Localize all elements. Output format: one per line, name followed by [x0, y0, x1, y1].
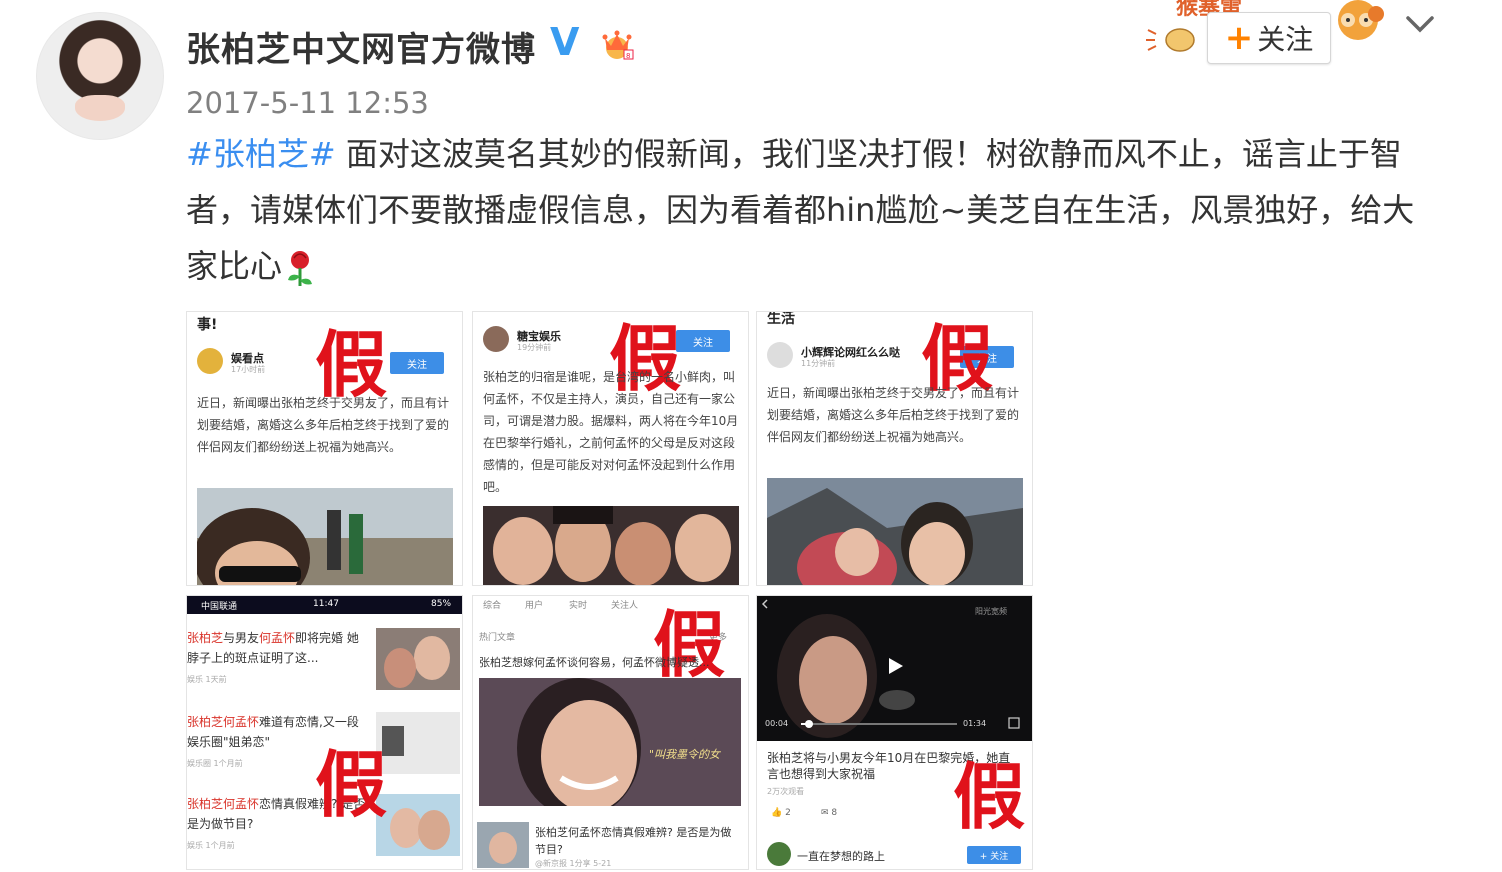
image-tile-1[interactable]: 事! 娱看点 17小时前 关注 假 近日，新闻曝出张柏芝终于交男友了，而且有计划…	[186, 311, 463, 586]
tile4-battery: 85%	[431, 599, 452, 609]
post-body: 面对这波莫名其妙的假新闻，我们坚决打假！树欲静而风不止，谣言止于智者，请媒体们不…	[186, 135, 1415, 285]
tile4-row1-meta: 娱乐 1天前	[187, 675, 227, 684]
tile5-tab-2: 实时	[569, 601, 588, 611]
tile1-body: 近日，新闻曝出张柏芝终于交男友了，而且有计划要结婚，离婚这么多年后柏芝终于找到了…	[197, 396, 450, 454]
tile2-author-avatar	[483, 326, 509, 352]
image-tile-6[interactable]: 00:04 01:34 阳光宽频 张柏芝将与小男友今年10月在巴黎完婚，她直言也…	[756, 595, 1033, 870]
tile6-time-start: 00:04	[765, 719, 789, 728]
rose-emoji-icon	[288, 251, 313, 286]
tile2-body: 张柏芝的归宿是谁呢，是台湾的一名小鲜肉，叫何孟怀，不仅是主持人，演员，自己还有一…	[483, 370, 739, 494]
play-icon	[889, 658, 903, 674]
tile3-top-text: 生活	[767, 311, 795, 327]
tile4-row2-red: 何孟怀	[223, 715, 260, 729]
tile6-video-frame	[761, 599, 1020, 738]
image-tile-5[interactable]: 综合 用户 实时 关注人 热门文章 更多 假 张柏芝想嫁何孟怀谈何容易，何孟怀微…	[472, 595, 749, 870]
tile5-tab-3: 关注人	[611, 601, 639, 611]
tile5-bottom-thumb	[477, 822, 529, 868]
account-name[interactable]: 张柏芝中文网官方微博	[186, 22, 536, 71]
image-tile-2[interactable]: 糖宝娱乐 19分钟前 关注 假 张柏芝的归宿是谁呢，是台湾的一名小鲜肉，叫何孟怀…	[472, 311, 749, 586]
tile4-row1-mid: 与男友	[223, 631, 260, 645]
fake-stamp: 假	[653, 602, 726, 687]
image-tile-4[interactable]: 中国联通 11:47 85% 张柏芝与男友何孟怀即将完婚 她脖子上的斑点证明了这…	[186, 595, 463, 870]
tile3-author-time: 11分钟前	[801, 359, 836, 368]
tile1-photo	[197, 488, 453, 585]
tile5-section: 热门文章	[479, 633, 516, 643]
tile6-user-avatar	[767, 842, 791, 866]
tile4-row2-thumb	[376, 712, 460, 774]
tile4-status-time: 11:47	[313, 599, 339, 609]
tile4-row1-red: 何孟怀	[259, 631, 296, 645]
hashtag-link[interactable]: #张柏芝#	[186, 135, 336, 173]
tile1-top-text: 事!	[197, 317, 218, 333]
tile2-photo	[483, 506, 739, 585]
tile6-views: 2万次观看	[767, 787, 805, 796]
avatar-heart-hands	[75, 95, 125, 121]
svg-text:8: 8	[626, 52, 630, 60]
post-text: #张柏芝# 面对这波莫名其妙的假新闻，我们坚决打假！树欲静而风不止，谣言止于智者…	[186, 126, 1436, 294]
verified-icon: V	[550, 20, 580, 64]
member-crown-icon[interactable]: 8	[600, 28, 634, 60]
tile6-video: 00:04 01:34 阳光宽频	[757, 596, 1032, 741]
tile3-body: 近日，新闻曝出张柏芝终于交男友了，而且有计划要结婚，离婚这么多年后柏芝终于找到了…	[767, 386, 1020, 444]
tile1-author-time: 17小时前	[231, 365, 266, 374]
fake-stamp: 假	[953, 754, 1026, 839]
chevron-down-icon[interactable]	[1404, 12, 1436, 36]
image-tile-3[interactable]: 生活 小辉辉论网红么么哒 11分钟前 关注 假 近日，新闻曝出张柏芝终于交男友了…	[756, 311, 1033, 586]
tile5-tab-0: 综合	[483, 601, 502, 611]
fake-stamp: 假	[315, 742, 388, 827]
tile4-row3-meta: 娱乐 1个月前	[187, 841, 235, 850]
tile6-video-source: 阳光宽频	[975, 607, 1007, 616]
tile6-comments-count: 8	[831, 808, 838, 818]
tile6-likes-count: 2	[785, 808, 791, 818]
tile3-photo	[767, 478, 1023, 585]
tile4-row1-title: 张柏芝与男友何孟怀即将完婚 她脖子上的斑点证明了这...	[187, 628, 367, 668]
tile5-photo	[479, 678, 741, 806]
tile4-row3-thumb	[376, 794, 460, 856]
tile6-follow-button: + 关注	[967, 846, 1021, 864]
weibo-post: 张柏芝中文网官方微博 V 8 2017-5-11 12:53 猴塞雷 + 关注 …	[0, 0, 1502, 872]
tile4-row2-meta: 娱乐圈 1个月前	[187, 759, 243, 768]
tile6-user-name: 一直在梦想的路上	[797, 850, 885, 863]
tile4-row3-red: 何孟怀	[223, 797, 260, 811]
tile2-author-time: 19分钟前	[517, 343, 552, 352]
tile5-tab-1: 用户	[525, 601, 544, 611]
follow-button-label: 关注	[1257, 23, 1314, 56]
tile4-row3-name: 张柏芝	[187, 797, 224, 811]
plus-icon: +	[1224, 18, 1254, 58]
tile3-author-avatar	[767, 342, 793, 368]
tile5-headline: 张柏芝想嫁何孟怀谈何容易，何孟怀微博疑透...	[479, 656, 710, 669]
follow-button[interactable]: + 关注	[1207, 12, 1331, 64]
tile4-row1-name: 张柏芝	[187, 631, 224, 645]
tile4-status-bar: 中国联通 11:47 85%	[187, 596, 462, 614]
tile5-caption-overlay: "叫我墨令的女	[649, 748, 721, 761]
tile5-bottom-title: 张柏芝何孟怀恋情真假难辨? 是否是为做节目?	[535, 826, 732, 856]
tile1-follow-button: 关注	[390, 352, 444, 374]
avatar[interactable]	[36, 12, 164, 140]
tile2-follow-button: 关注	[676, 330, 730, 352]
tile4-row1-thumb	[376, 628, 460, 690]
tile6-time-end: 01:34	[963, 719, 987, 728]
post-timestamp[interactable]: 2017-5-11 12:53	[186, 86, 429, 120]
tile1-author-avatar	[197, 348, 223, 374]
tile4-row2-name: 张柏芝	[187, 715, 224, 729]
tile6-comments: ✉ 8	[821, 808, 838, 818]
tile4-carrier: 中国联通	[201, 602, 238, 612]
tile6-likes: 👍 2	[771, 808, 791, 818]
tile4-news-row-1: 张柏芝与男友何孟怀即将完婚 她脖子上的斑点证明了这... 娱乐 1天前	[187, 628, 462, 708]
tile5-bottom-meta: @新京报 1分享 5-21	[535, 859, 612, 868]
